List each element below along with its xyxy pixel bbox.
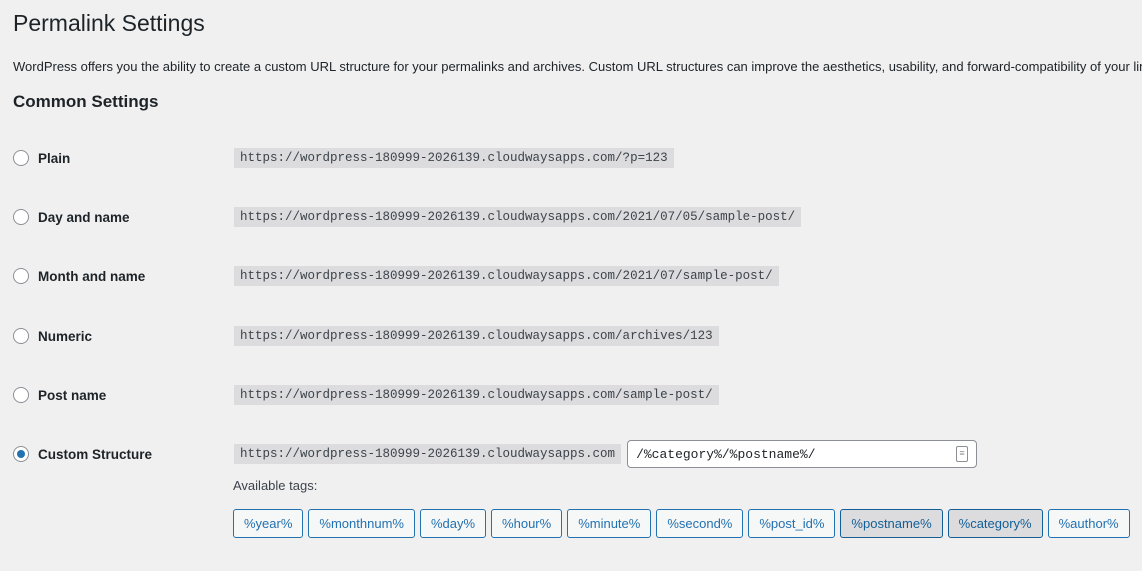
tag-buttons: %year% %monthnum% %day% %hour% %minute% %seco…: [233, 509, 1130, 538]
available-tags-label: Available tags:: [233, 478, 318, 493]
example-url: https://wordpress-180999-2026139.cloudwa…: [234, 207, 802, 227]
radio-button[interactable]: [13, 387, 29, 403]
option-label: Day and name: [38, 209, 130, 225]
tag-button[interactable]: %postname%: [840, 509, 943, 538]
custom-structure-value: /%category%/%postname%/: [636, 446, 816, 462]
permalink-option[interactable]: Month and name https://wordpress-180999-2…: [13, 266, 779, 286]
radio-button[interactable]: [13, 268, 29, 284]
permalink-option[interactable]: Plain https://wordpress-180999-2026139.cl…: [13, 148, 674, 168]
page-title: Permalink Settings: [13, 10, 205, 36]
permalink-option[interactable]: Custom Structure https://wordpress-180999…: [13, 440, 978, 468]
tag-button[interactable]: %monthnum%: [308, 509, 415, 538]
radio-button[interactable]: [13, 446, 29, 462]
option-label: Plain: [38, 150, 71, 166]
password-manager-icon[interactable]: ≡: [956, 446, 969, 462]
tag-button[interactable]: %minute%: [567, 509, 652, 538]
example-url: https://wordpress-180999-2026139.cloudwa…: [234, 444, 622, 464]
radio-button[interactable]: [13, 150, 29, 166]
tag-button[interactable]: %year%: [233, 509, 304, 538]
example-url: https://wordpress-180999-2026139.cloudwa…: [234, 326, 719, 346]
tag-button[interactable]: %day%: [419, 509, 487, 538]
tag-button[interactable]: %second%: [656, 509, 744, 538]
tag-button[interactable]: %hour%: [491, 509, 563, 538]
section-heading: Common Settings: [13, 92, 159, 111]
permalink-option[interactable]: Numeric https://wordpress-180999-2026139.…: [13, 326, 719, 346]
example-url: https://wordpress-180999-2026139.cloudwa…: [234, 148, 674, 168]
option-label: Month and name: [38, 268, 146, 284]
permalink-option[interactable]: Post name https://wordpress-180999-202613…: [13, 385, 719, 405]
option-label: Post name: [38, 387, 107, 403]
option-label: Custom Structure: [38, 446, 153, 462]
permalink-option[interactable]: Day and name https://wordpress-180999-202…: [13, 207, 802, 227]
tag-button[interactable]: %category%: [947, 509, 1043, 538]
example-url: https://wordpress-180999-2026139.cloudwa…: [234, 266, 779, 286]
option-label: Numeric: [38, 328, 93, 344]
tag-button[interactable]: %post_id%: [748, 509, 836, 538]
custom-structure-input[interactable]: /%category%/%postname%/ ≡: [627, 440, 978, 468]
radio-button[interactable]: [13, 328, 29, 344]
example-url: https://wordpress-180999-2026139.cloudwa…: [234, 385, 719, 405]
tag-button[interactable]: %author%: [1047, 509, 1130, 538]
page-description: WordPress offers you the ability to crea…: [13, 59, 1142, 74]
radio-button[interactable]: [13, 209, 29, 225]
